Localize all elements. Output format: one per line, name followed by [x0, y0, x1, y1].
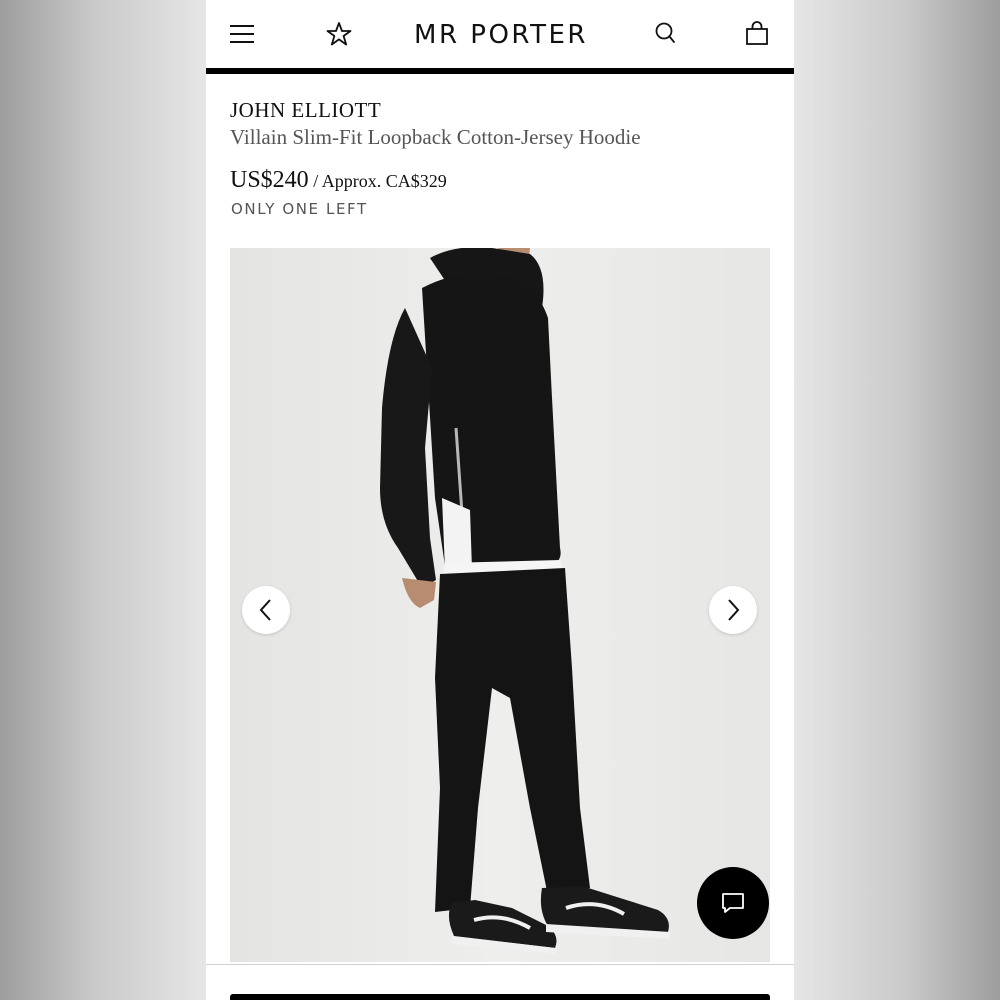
product-brand[interactable]: JOHN ELLIOTT: [230, 98, 381, 123]
header-divider: [206, 68, 794, 74]
shopping-bag-icon: [746, 21, 768, 45]
star-icon: [326, 22, 352, 46]
stock-status: ONLY ONE LEFT: [231, 200, 368, 218]
content-divider: [206, 964, 794, 965]
background-right: [794, 0, 1000, 1000]
add-to-bag-button[interactable]: [230, 994, 770, 1000]
previous-image-button[interactable]: [242, 586, 290, 634]
product-image-gallery[interactable]: [230, 248, 770, 962]
mobile-page: MR PORTER JOHN ELLIOTT Villain Slim-Fit …: [206, 0, 794, 1000]
search-button[interactable]: [648, 16, 684, 52]
product-price: US$240: [230, 167, 309, 193]
menu-button[interactable]: [224, 16, 260, 52]
price-row: US$240 / Approx. CA$329: [230, 167, 447, 194]
wishlist-button[interactable]: [321, 16, 357, 52]
hamburger-menu-icon: [230, 25, 254, 43]
shopping-bag-button[interactable]: [739, 16, 775, 52]
chevron-right-icon: [728, 599, 740, 621]
product-name: Villain Slim-Fit Loopback Cotton-Jersey …: [230, 125, 641, 149]
chevron-left-icon: [259, 599, 271, 621]
search-icon: [655, 22, 675, 43]
product-photo: [230, 248, 770, 962]
approx-price: / Approx. CA$329: [308, 171, 447, 191]
site-logo[interactable]: MR PORTER: [356, 20, 646, 50]
next-image-button[interactable]: [709, 586, 757, 634]
background-left: [0, 0, 206, 1000]
chat-button[interactable]: [697, 867, 769, 939]
top-navigation-bar: MR PORTER: [206, 0, 794, 68]
chat-bubble-icon: [722, 893, 744, 913]
